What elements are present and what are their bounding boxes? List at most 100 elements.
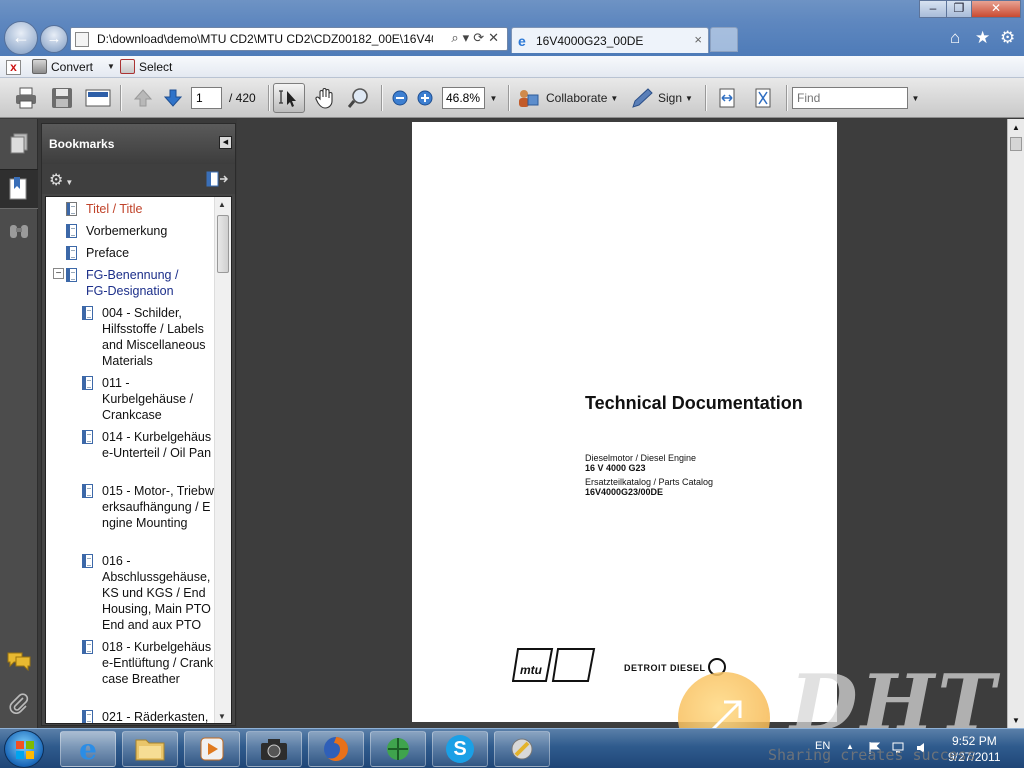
taskbar-utility[interactable] bbox=[494, 731, 550, 767]
select-tool-button[interactable] bbox=[273, 83, 305, 113]
select-button[interactable]: Select bbox=[120, 59, 172, 74]
email-button[interactable] bbox=[84, 86, 112, 110]
taskbar-media-player[interactable] bbox=[184, 731, 240, 767]
mtu-logo: mtu bbox=[511, 647, 596, 686]
navigation-pane bbox=[0, 119, 38, 728]
taskbar-ie[interactable]: e bbox=[60, 731, 116, 767]
zoom-input[interactable] bbox=[442, 87, 485, 109]
page-number-input[interactable] bbox=[191, 87, 222, 109]
close-toolbar-button[interactable]: x bbox=[6, 60, 21, 75]
convert-button[interactable]: Convert ▼ bbox=[32, 59, 115, 74]
close-icon[interactable]: ✕ bbox=[488, 30, 503, 45]
bookmark-label: 018 - Kurbelgehäuse-Entlüftung / Crankca… bbox=[102, 640, 214, 686]
new-bookmark-icon bbox=[206, 171, 229, 187]
scroll-down-icon[interactable]: ▼ bbox=[1012, 716, 1020, 725]
bookmark-label: Preface bbox=[86, 246, 130, 260]
scroll-up-icon[interactable]: ▲ bbox=[1012, 123, 1020, 132]
bookmark-icon bbox=[9, 177, 27, 200]
scroll-up-icon[interactable]: ▲ bbox=[218, 200, 226, 209]
full-screen-button[interactable] bbox=[750, 86, 776, 110]
pdf-page[interactable]: Technical Documentation Dieselmotor / Di… bbox=[412, 122, 837, 722]
new-bookmark-button[interactable] bbox=[206, 171, 229, 190]
options-gear-button[interactable]: ⚙ ▼ bbox=[49, 170, 73, 190]
back-button[interactable]: ← bbox=[4, 21, 38, 55]
document-scrollbar[interactable]: ▲ ▼ bbox=[1007, 119, 1024, 728]
chevron-down-icon: ▼ bbox=[685, 93, 693, 103]
collapse-toggle[interactable]: − bbox=[53, 268, 64, 279]
find-input[interactable] bbox=[792, 87, 908, 109]
bookmark-page-icon bbox=[82, 554, 93, 568]
previous-page-button[interactable] bbox=[130, 86, 156, 110]
comment-icon bbox=[7, 652, 31, 671]
attachments-panel-button[interactable] bbox=[5, 688, 33, 718]
minimize-button[interactable]: – bbox=[919, 0, 947, 18]
zoom-out-button[interactable] bbox=[390, 86, 410, 110]
gear-icon[interactable]: ⚙ bbox=[1000, 28, 1015, 48]
taskbar-camera[interactable] bbox=[246, 731, 302, 767]
bookmarks-scrollbar[interactable]: ▲ ▼ bbox=[214, 197, 231, 723]
zoom-dropdown[interactable]: ▼ bbox=[486, 86, 498, 110]
bookmark-label: 011 - Kurbelgehäuse / Crankcase bbox=[102, 376, 194, 422]
print-button[interactable] bbox=[12, 86, 40, 110]
bookmark-label: 016 - Abschlussgehäuse, KS und KGS / End… bbox=[102, 554, 211, 632]
forward-button[interactable]: → bbox=[40, 25, 68, 53]
restore-button[interactable]: ❐ bbox=[946, 0, 972, 18]
taskbar-skype[interactable]: S bbox=[432, 731, 488, 767]
bookmark-label: Vorbemerkung bbox=[86, 224, 168, 238]
chevron-down-icon: ▼ bbox=[911, 93, 920, 103]
sign-button[interactable]: Sign ▼ bbox=[630, 86, 696, 110]
search-icon[interactable]: ⌕ bbox=[451, 30, 462, 45]
taskbar-firefox[interactable] bbox=[308, 731, 364, 767]
arrow-down-icon bbox=[163, 89, 183, 107]
search-panel-button[interactable] bbox=[5, 216, 33, 246]
bookmark-label: Titel / Title bbox=[86, 202, 143, 216]
bookmarks-panel-button[interactable] bbox=[0, 169, 38, 209]
bookmark-page-icon bbox=[66, 268, 77, 282]
collaborate-button[interactable]: Collaborate ▼ bbox=[516, 86, 622, 110]
start-button[interactable] bbox=[4, 730, 44, 768]
comments-panel-button[interactable] bbox=[5, 646, 33, 676]
pages-panel-button[interactable] bbox=[5, 129, 33, 159]
chevron-down-icon[interactable]: ▾ bbox=[463, 30, 474, 45]
address-bar[interactable]: D:\download\demo\MTU CD2\MTU CD2\CDZ0018… bbox=[70, 27, 508, 51]
find-dropdown[interactable]: ▼ bbox=[908, 86, 920, 110]
pen-icon bbox=[632, 88, 653, 108]
taskbar-explorer[interactable] bbox=[122, 731, 178, 767]
gear-icon: ⚙ bbox=[49, 172, 64, 189]
select-label: Select bbox=[139, 59, 173, 74]
fit-width-button[interactable] bbox=[714, 86, 740, 110]
scrollbar-thumb[interactable] bbox=[1010, 137, 1022, 151]
ie-icon: e bbox=[518, 33, 526, 49]
tab-active[interactable]: e 16V4000G23_00DE × bbox=[511, 27, 709, 53]
collapse-panel-button[interactable]: ◀ bbox=[219, 136, 232, 149]
taskbar-app[interactable] bbox=[370, 731, 426, 767]
zoom-tool-button[interactable] bbox=[346, 86, 374, 110]
next-page-button[interactable] bbox=[160, 86, 186, 110]
save-button[interactable] bbox=[48, 86, 76, 110]
tab-close-button[interactable]: × bbox=[694, 32, 702, 47]
new-tab-button[interactable] bbox=[710, 27, 738, 52]
window-close-button[interactable]: ✕ bbox=[971, 0, 1021, 18]
chevron-down-icon: ▼ bbox=[489, 93, 498, 103]
hand-tool-button[interactable] bbox=[311, 86, 339, 110]
chevron-down-icon: ▼ bbox=[610, 93, 619, 103]
chevron-down-icon[interactable]: ▼ bbox=[107, 62, 115, 71]
refresh-icon[interactable]: ⟳ bbox=[473, 30, 488, 45]
folder-icon bbox=[135, 739, 165, 761]
convert-label: Convert bbox=[51, 59, 94, 74]
arrow-right-icon: → bbox=[46, 30, 62, 47]
collaborate-icon bbox=[519, 90, 539, 107]
bookmark-label: 014 - Kurbelgehäuse-Unterteil / Oil Pan bbox=[102, 430, 212, 460]
zoom-in-button[interactable] bbox=[415, 86, 435, 110]
star-icon[interactable]: ★ bbox=[975, 28, 990, 48]
scrollbar-thumb[interactable] bbox=[217, 215, 229, 273]
document-catalog-type: Ersatzteilkatalog / Parts Catalog bbox=[585, 477, 714, 487]
collaborate-label: Collaborate bbox=[546, 91, 608, 105]
cursor-icon bbox=[279, 90, 296, 107]
tab-title: 16V4000G23_00DE bbox=[536, 34, 644, 48]
scroll-down-icon[interactable]: ▼ bbox=[218, 712, 226, 721]
document-view[interactable]: Technical Documentation Dieselmotor / Di… bbox=[237, 119, 1007, 728]
browser-chrome: ← → D:\download\demo\MTU CD2\MTU CD2\CDZ… bbox=[0, 0, 1024, 56]
home-icon[interactable]: ⌂ bbox=[950, 28, 960, 48]
windows-icon bbox=[16, 741, 34, 759]
